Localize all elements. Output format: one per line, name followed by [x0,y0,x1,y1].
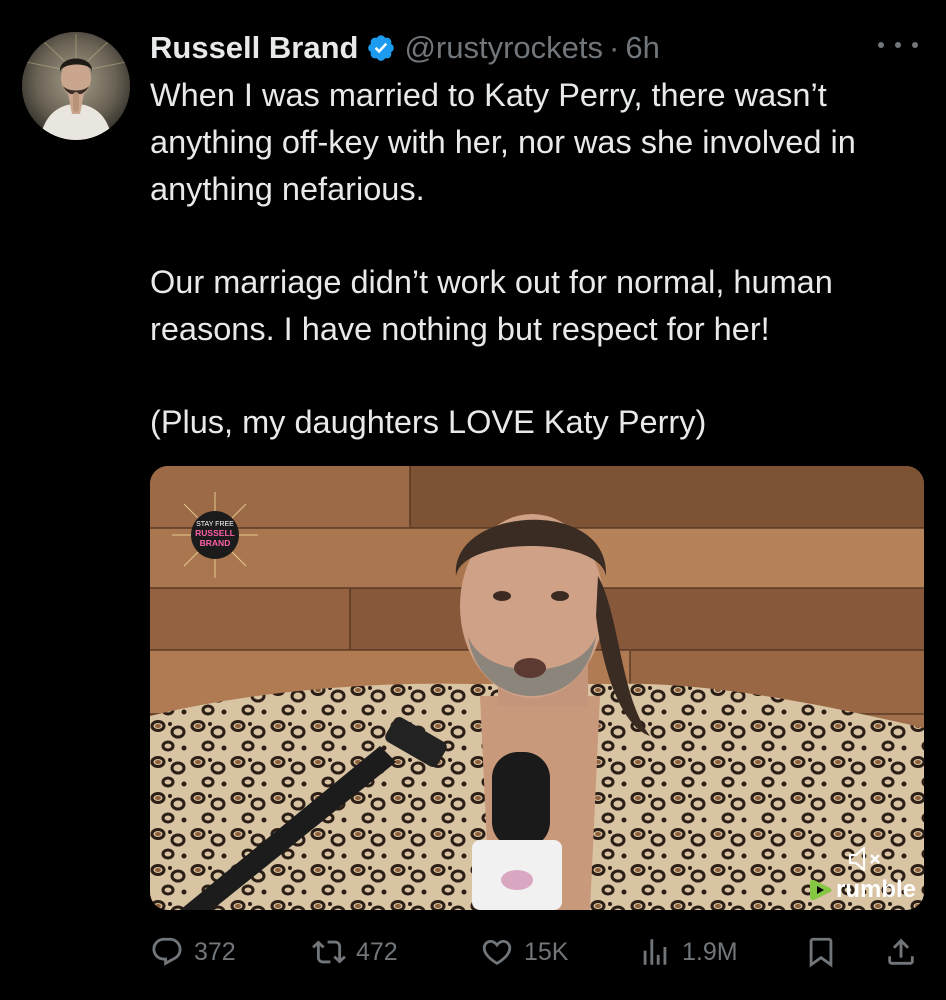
share-button[interactable] [884,924,918,980]
rumble-label: rumble [835,876,916,903]
like-count: 15K [524,937,569,966]
tweet-header: Russell Brand @rustyrockets · 6h [150,26,928,70]
share-icon [888,938,914,965]
video-player[interactable]: STAY FREE RUSSELL BRAND rumble [150,466,924,910]
video-frame [150,466,924,910]
retweet-count: 472 [356,937,398,966]
display-name[interactable]: Russell Brand [150,30,358,66]
rumble-play-icon [809,880,832,901]
tweet-paragraph-3: (Plus, my daughters LOVE Katy Perry) [150,404,707,440]
handle[interactable]: @rustyrockets [404,30,603,66]
logo-line-1: STAY FREE [196,521,234,528]
tweet-paragraph-2: Our marriage didn’t work out for normal,… [150,264,833,347]
tweet[interactable]: Russell Brand @rustyrockets · 6h When I … [0,0,946,1000]
views-count: 1.9M [682,937,738,966]
rumble-watermark: rumble [808,874,916,906]
avatar-photo [22,32,130,140]
bookmark-button[interactable] [804,924,838,980]
like-button[interactable]: 15K [480,924,568,980]
views-icon [643,939,667,965]
more-icon[interactable] [878,30,918,60]
timestamp[interactable]: 6h [625,30,659,66]
reply-count: 372 [194,937,236,966]
separator-dot: · [609,30,620,65]
tweet-text: When I was married to Katy Perry, there … [150,72,930,446]
retweet-button[interactable]: 472 [312,924,398,980]
speaker-muted-icon[interactable] [846,844,886,874]
bookmark-icon [809,937,833,968]
views-button[interactable]: 1.9M [638,924,738,980]
avatar[interactable] [22,32,130,140]
tweet-paragraph-1: When I was married to Katy Perry, there … [150,77,856,207]
channel-logo: STAY FREE RUSSELL BRAND [172,492,258,578]
heart-icon [482,939,512,965]
reply-icon [152,937,182,966]
retweet-icon [312,940,346,964]
verified-badge-icon [368,35,395,61]
logo-line-2: RUSSELL [195,528,235,538]
reply-button[interactable]: 372 [150,924,236,980]
action-bar: 372 472 15K 1.9M [150,924,924,980]
logo-line-3: BRAND [200,538,231,548]
